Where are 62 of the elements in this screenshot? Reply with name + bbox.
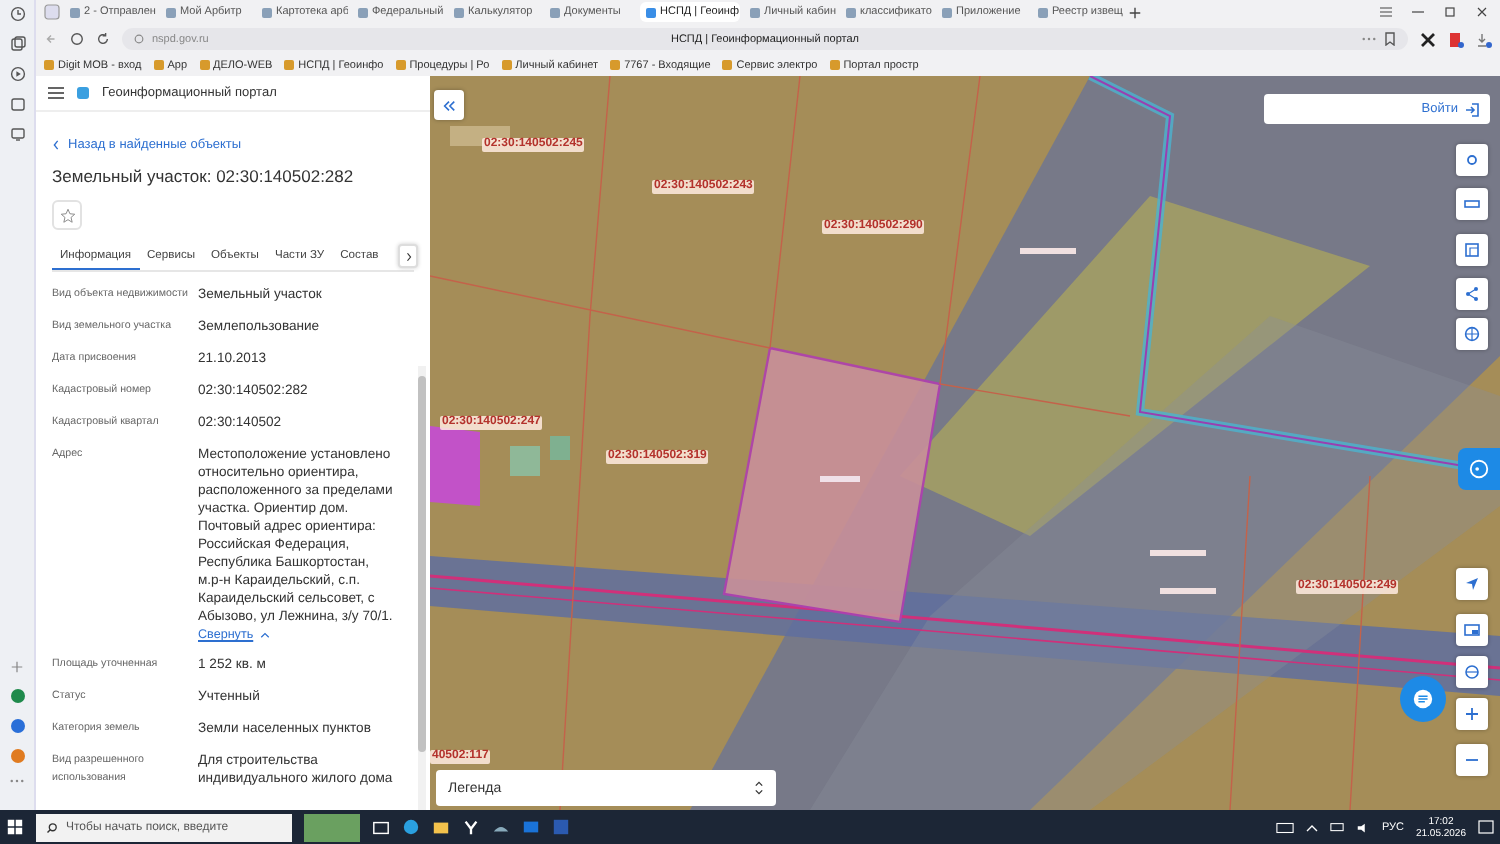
zoom-in-button[interactable] bbox=[1456, 698, 1488, 730]
minimap-button[interactable] bbox=[1456, 614, 1488, 646]
more-icon[interactable] bbox=[10, 778, 24, 784]
collapse-panel-button[interactable] bbox=[434, 90, 464, 120]
location-arrow-button[interactable] bbox=[1456, 568, 1488, 600]
double-chevron-left-icon bbox=[442, 99, 456, 111]
share-icon bbox=[1464, 286, 1480, 302]
ruler-icon bbox=[1464, 196, 1480, 212]
screen-icon[interactable] bbox=[9, 126, 25, 142]
notification-icon[interactable] bbox=[1478, 819, 1494, 835]
share-button[interactable] bbox=[1456, 278, 1488, 310]
folder-icon[interactable] bbox=[432, 819, 450, 835]
sort-icon bbox=[754, 780, 764, 796]
scroll-right-button[interactable] bbox=[398, 244, 418, 268]
star-icon bbox=[59, 207, 75, 223]
map-layers-icon bbox=[1464, 242, 1480, 258]
chevron-up-icon bbox=[259, 632, 270, 638]
scrollbar[interactable] bbox=[418, 366, 426, 810]
more-icon[interactable] bbox=[1362, 36, 1376, 42]
bookmark-icon[interactable] bbox=[1384, 32, 1396, 46]
network-icon[interactable] bbox=[1329, 821, 1344, 833]
refresh-icon[interactable] bbox=[96, 32, 110, 46]
chevron-left-icon bbox=[52, 140, 60, 150]
minimap-icon bbox=[1464, 622, 1480, 638]
browser-icon[interactable] bbox=[462, 818, 480, 836]
search-highlight-picture bbox=[304, 813, 360, 841]
extension-icon[interactable] bbox=[1420, 31, 1436, 47]
ruler-button[interactable] bbox=[1456, 188, 1488, 220]
search-icon bbox=[46, 821, 58, 833]
assistant-button[interactable] bbox=[1458, 448, 1500, 490]
history-icon[interactable] bbox=[9, 6, 25, 22]
zoom-in-icon bbox=[1464, 706, 1480, 722]
menu-icon[interactable] bbox=[48, 86, 64, 100]
calendar-icon[interactable] bbox=[9, 96, 25, 112]
download-icon[interactable] bbox=[1476, 31, 1492, 47]
chat-icon bbox=[1412, 688, 1434, 710]
document-icon[interactable] bbox=[552, 818, 570, 836]
new-tab-icon[interactable] bbox=[1128, 5, 1142, 19]
globe-icon bbox=[1464, 664, 1480, 680]
globe-button[interactable] bbox=[1456, 656, 1488, 688]
logo-icon bbox=[76, 86, 90, 100]
zoom-out-button[interactable] bbox=[1456, 744, 1488, 776]
chevron-right-icon bbox=[405, 251, 411, 261]
windows-icon[interactable] bbox=[6, 818, 24, 836]
chevron-up-icon[interactable] bbox=[1305, 823, 1318, 831]
robot-icon bbox=[1468, 458, 1490, 480]
speaker-icon[interactable] bbox=[1355, 821, 1370, 833]
mail-icon[interactable] bbox=[522, 818, 540, 836]
minimize-icon[interactable] bbox=[1412, 6, 1424, 18]
close-icon[interactable] bbox=[1476, 6, 1488, 18]
object-heading: Земельный участок: 02:30:140502:282 bbox=[52, 166, 356, 186]
document-icon[interactable] bbox=[1448, 31, 1464, 47]
collections-icon[interactable] bbox=[9, 36, 25, 52]
play-icon[interactable] bbox=[9, 66, 25, 82]
login-icon bbox=[1464, 101, 1480, 117]
map-layers-button[interactable] bbox=[1456, 234, 1488, 266]
task-view-icon[interactable] bbox=[372, 819, 390, 835]
restore-icon[interactable] bbox=[1444, 6, 1456, 18]
menu-icon[interactable] bbox=[1380, 6, 1392, 18]
keyboard-icon[interactable] bbox=[1275, 821, 1294, 833]
location-arrow-icon bbox=[1464, 576, 1480, 592]
tab-list-icon[interactable] bbox=[44, 4, 60, 20]
